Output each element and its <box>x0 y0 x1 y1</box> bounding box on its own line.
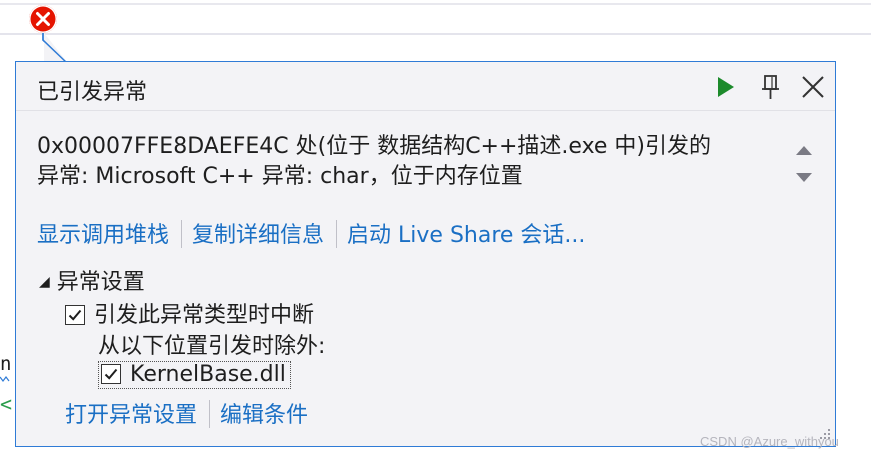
message-line: 异常: Microsoft C++ 异常: char，位于内存位置 <box>37 164 523 189</box>
popup-title: 已引发异常 <box>37 80 148 105</box>
play-icon <box>718 77 734 97</box>
edit-conditions-link[interactable]: 编辑条件 <box>220 403 308 428</box>
settings-links: 打开异常设置 编辑条件 <box>65 397 308 429</box>
exception-settings-toggle[interactable]: ◢ 异常设置 <box>39 264 145 296</box>
editor-surface: n < 已引发异常 0x00007FFE8DAEFE4C 处(位于 数据结构C+… <box>0 0 871 460</box>
error-icon[interactable] <box>29 5 57 33</box>
exception-settings-header: 异常设置 <box>56 270 145 295</box>
pin-icon <box>762 75 779 99</box>
close-icon <box>802 76 824 98</box>
scroll-down-button[interactable] <box>795 170 813 184</box>
link-separator <box>181 220 183 248</box>
message-line: 0x00007FFE8DAEFE4C 处(位于 数据结构C++描述.exe 中)… <box>37 134 712 159</box>
collapse-triangle-icon: ◢ <box>39 274 50 290</box>
open-exception-settings-link[interactable]: 打开异常设置 <box>65 403 197 428</box>
triangle-down-icon <box>796 173 812 182</box>
checkbox-checked-icon <box>65 305 85 325</box>
code-fragment: < <box>0 392 13 416</box>
editor-line <box>0 33 871 35</box>
exception-message: 0x00007FFE8DAEFE4C 处(位于 数据结构C++描述.exe 中)… <box>37 132 777 192</box>
copy-details-link[interactable]: 复制详细信息 <box>192 223 324 248</box>
module-exception-checkbox[interactable]: KernelBase.dll <box>98 361 291 389</box>
editor-line <box>0 3 871 5</box>
header-divider <box>16 110 835 111</box>
exception-popup: 已引发异常 0x00007FFE8DAEFE4C 处(位于 数据结构C++描述.… <box>15 61 836 447</box>
module-label: KernelBase.dll <box>130 362 286 387</box>
popup-header: 已引发异常 <box>16 62 835 110</box>
start-live-share-link[interactable]: 启动 Live Share 会话... <box>347 223 585 248</box>
scroll-up-button[interactable] <box>795 142 813 156</box>
link-separator <box>336 220 338 248</box>
message-scroller <box>792 136 816 196</box>
break-when-thrown-label: 引发此异常类型时中断 <box>94 303 315 328</box>
action-links: 显示调用堆栈 复制详细信息 启动 Live Share 会话... <box>37 217 585 249</box>
pin-button[interactable] <box>756 72 786 102</box>
break-when-thrown-checkbox[interactable]: 引发此异常类型时中断 <box>65 297 314 329</box>
triangle-up-icon <box>796 146 812 155</box>
show-call-stack-link[interactable]: 显示调用堆栈 <box>37 223 169 248</box>
close-button[interactable] <box>798 72 828 102</box>
code-fragment: n <box>0 353 12 375</box>
continue-button[interactable] <box>710 72 740 102</box>
squiggle-icon <box>0 376 10 382</box>
watermark: CSDN @Azure_withyou <box>700 434 839 449</box>
link-separator <box>209 400 211 428</box>
checkbox-checked-icon <box>101 364 121 384</box>
except-when-from-label: 从以下位置引发时除外: <box>98 334 326 359</box>
